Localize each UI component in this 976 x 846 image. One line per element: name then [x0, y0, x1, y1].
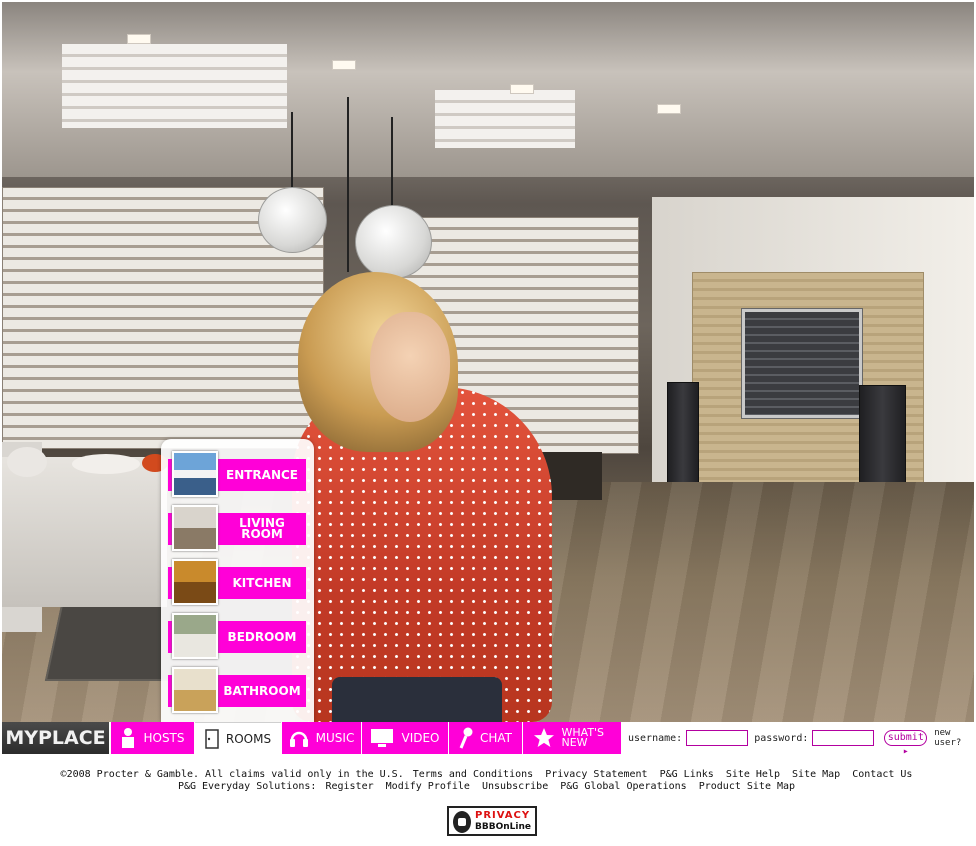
jeans: [332, 677, 502, 722]
nav-chat[interactable]: CHAT: [449, 722, 522, 754]
room-label: BATHROOM: [223, 683, 301, 698]
ceiling-light: [332, 60, 356, 70]
site-help-link[interactable]: Site Help: [726, 769, 780, 780]
nav-hosts-label: HOSTS: [143, 731, 185, 745]
monitor-icon: [371, 729, 394, 747]
nav-chat-label: CHAT: [479, 731, 512, 745]
sofa: [2, 457, 167, 607]
room-label: ENTRANCE: [226, 467, 298, 482]
room-kitchen[interactable]: KITCHEN: [168, 559, 308, 605]
username-label: username:: [628, 732, 683, 744]
bedroom-thumbnail: [172, 613, 218, 659]
ceiling-light: [127, 34, 151, 44]
badge-top-text: PRIVACY: [475, 810, 531, 821]
site-map-link[interactable]: Site Map: [792, 769, 840, 780]
privacy-statement-link[interactable]: Privacy Statement: [545, 769, 647, 780]
copyright-text: ©2008 Procter & Gamble. All claims valid…: [60, 769, 404, 780]
bathroom-thumbnail: [172, 667, 218, 713]
nav-rooms[interactable]: ROOMS: [195, 722, 281, 754]
pg-links-link[interactable]: P&G Links: [660, 769, 714, 780]
password-label: password:: [754, 732, 809, 744]
global-operations-link[interactable]: P&G Global Operations: [560, 781, 686, 792]
television: [742, 309, 862, 418]
submit-button[interactable]: submit ▸: [884, 730, 928, 757]
main-navbar: MYPLACE HOSTS ROOMS MUSIC VIDEO CHAT WHA…: [2, 722, 974, 757]
password-input[interactable]: [812, 730, 875, 746]
room-entrance[interactable]: ENTRANCE: [168, 451, 308, 497]
star-icon: [533, 728, 554, 747]
person-icon: [122, 728, 135, 748]
entrance-thumbnail: [172, 451, 218, 497]
badge-bottom-text: BBBOnLine: [475, 822, 531, 832]
footer: ©2008 Procter & Gamble. All claims valid…: [0, 769, 976, 793]
unsubscribe-link[interactable]: Unsubscribe: [482, 781, 548, 792]
room-label: BEDROOM: [227, 629, 297, 644]
myplace-logo[interactable]: MYPLACE: [2, 722, 109, 754]
product-site-map-link[interactable]: Product Site Map: [699, 781, 795, 792]
footer-row-2: P&G Everyday Solutions: Register Modify …: [0, 781, 976, 793]
ceiling-light: [510, 84, 534, 94]
skylight-right: [435, 90, 575, 148]
pillow: [7, 447, 47, 477]
pendant-lamp: [355, 205, 432, 279]
pendant-lamp: [258, 187, 327, 253]
door-icon: [205, 728, 219, 749]
register-link[interactable]: Register: [325, 781, 373, 792]
skylight-left: [62, 44, 287, 128]
microphone-icon: [459, 727, 473, 749]
ceiling-light: [657, 104, 681, 114]
new-user-link[interactable]: new user?: [934, 728, 974, 748]
living-room-thumbnail: [172, 505, 218, 551]
hero-room-scene: [2, 2, 974, 722]
room-label: LIVING ROOM: [239, 516, 285, 541]
everyday-solutions-label: P&G Everyday Solutions:: [177, 781, 317, 792]
nav-hosts[interactable]: HOSTS: [111, 722, 194, 754]
kitchen-thumbnail: [172, 559, 218, 605]
room-bedroom[interactable]: BEDROOM: [168, 613, 308, 659]
host-person: [292, 272, 552, 722]
nav-video-label: VIDEO: [401, 731, 440, 745]
room-label: KITCHEN: [232, 575, 292, 590]
lamp-cord: [347, 97, 349, 272]
nav-whats-new[interactable]: WHAT'S NEW: [523, 722, 621, 754]
room-bathroom[interactable]: BATHROOM: [168, 667, 308, 713]
nav-rooms-label: ROOMS: [225, 731, 272, 746]
contact-us-link[interactable]: Contact Us: [852, 769, 912, 780]
nav-whats-new-label: WHAT'S NEW: [561, 726, 605, 749]
headphones-icon: [289, 731, 308, 747]
rooms-menu: ENTRANCE LIVING ROOM KITCHEN BEDROOM BAT…: [161, 439, 314, 722]
nav-music[interactable]: MUSIC: [282, 722, 361, 754]
lamp-cord: [391, 117, 393, 212]
face: [370, 312, 450, 422]
terms-link[interactable]: Terms and Conditions: [413, 769, 533, 780]
modify-profile-link[interactable]: Modify Profile: [386, 781, 470, 792]
lock-icon: [453, 811, 471, 833]
login-form: username: password: submit ▸ new user?: [622, 722, 974, 757]
pillow: [72, 454, 140, 474]
lamp-cord: [291, 112, 293, 197]
nav-music-label: MUSIC: [315, 731, 355, 745]
username-input[interactable]: [686, 730, 749, 746]
bbb-privacy-badge[interactable]: PRIVACY BBBOnLine: [447, 806, 537, 836]
footer-row-1: ©2008 Procter & Gamble. All claims valid…: [0, 769, 976, 781]
nav-video[interactable]: VIDEO: [362, 722, 448, 754]
room-living-room[interactable]: LIVING ROOM: [168, 505, 308, 551]
